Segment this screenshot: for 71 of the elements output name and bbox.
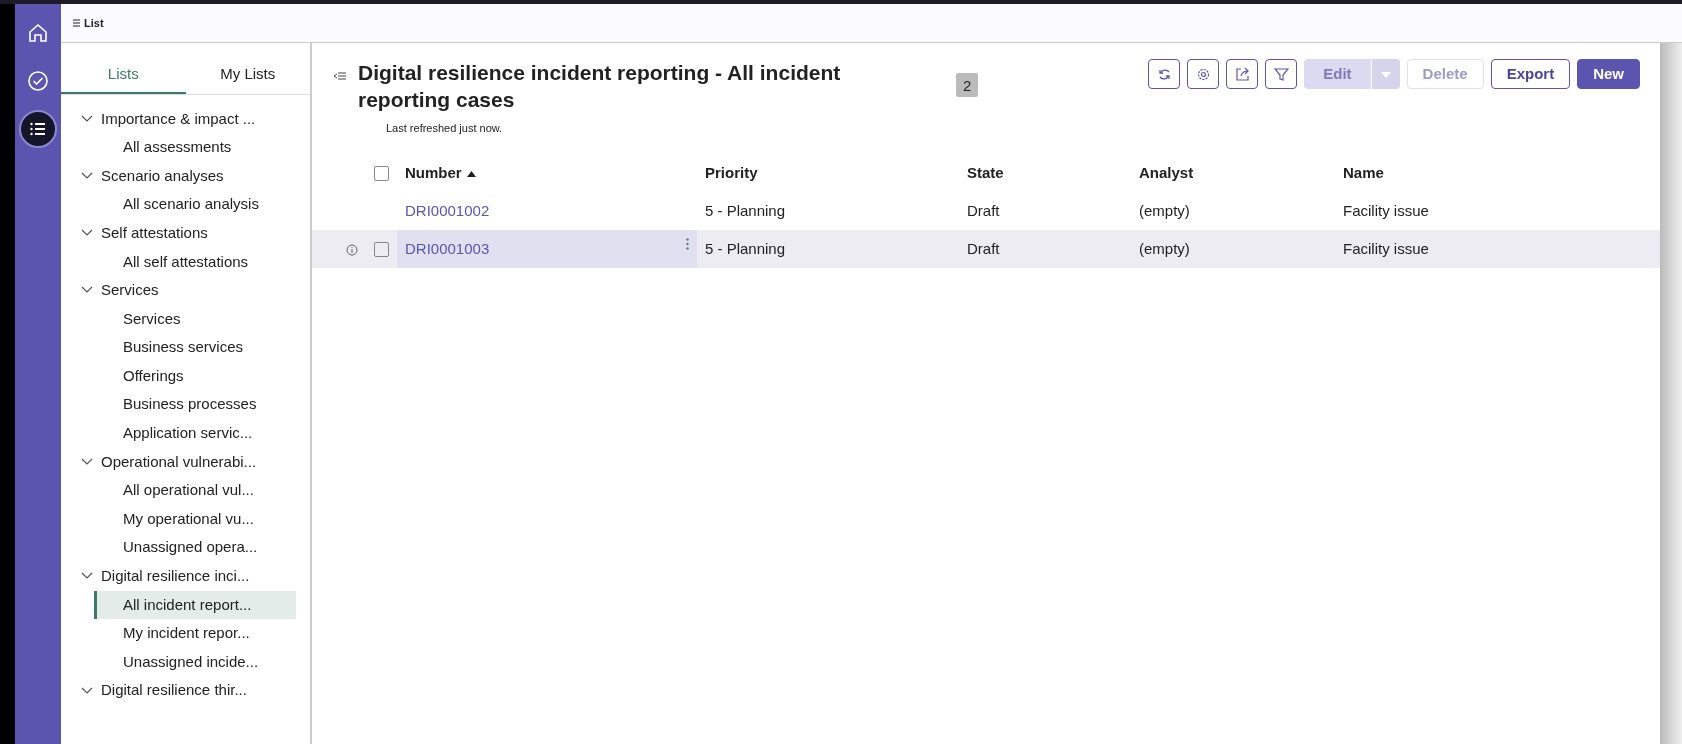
action-button[interactable]: Export (1490, 59, 1571, 89)
record-count: 2 (956, 73, 979, 97)
chevron-icon[interactable] (81, 286, 93, 295)
tree-item[interactable]: Application servic... (94, 419, 296, 448)
chevron-icon[interactable] (81, 229, 93, 238)
tree-group[interactable]: Self attestations (101, 221, 208, 245)
tree-group[interactable]: Importance & impact ... (101, 107, 256, 131)
row-checkbox[interactable] (374, 242, 389, 258)
share-icon (1234, 66, 1250, 82)
column-header[interactable]: State (967, 163, 1004, 181)
home-icon (27, 22, 49, 44)
table-row[interactable]: DRI0001003 5 - Planning Draft (empty) Facility issue (312, 230, 1660, 269)
list-icon (73, 19, 80, 27)
column-header[interactable]: Number (405, 163, 462, 181)
tree-item[interactable]: All operational vul... (94, 476, 296, 505)
record-link[interactable]: DRI0001003 (405, 239, 490, 257)
check-circle-icon (27, 70, 49, 92)
table-cell: Draft (967, 201, 1000, 219)
info-icon[interactable] (346, 243, 358, 256)
list-title: Digital resilience incident reporting - All incident reporting cases (358, 60, 842, 114)
tree-group[interactable]: Scenario analyses (101, 164, 224, 188)
tree-item[interactable]: All incident report... (94, 590, 296, 620)
chevron-icon[interactable] (81, 114, 93, 123)
filter-icon (1273, 66, 1289, 82)
tree-item[interactable]: Services (94, 304, 296, 334)
filter-button[interactable] (1265, 59, 1298, 89)
tree-item[interactable]: My incident repor... (94, 619, 296, 648)
tree-group[interactable]: Digital resilience inci... (101, 565, 250, 588)
table-row[interactable]: DRI0001002 5 - Planning Draft (empty) Facility issue (312, 192, 1660, 231)
settings-icon (1195, 66, 1211, 82)
tree-item[interactable]: Business processes (94, 390, 296, 420)
tree-item[interactable]: Unassigned incide... (94, 647, 296, 677)
refresh-icon (1156, 66, 1172, 82)
caret-icon (1380, 71, 1391, 78)
tree-item[interactable]: My operational vu... (94, 504, 296, 534)
table-cell: 5 - Planning (705, 239, 786, 257)
column-header[interactable]: Analyst (1139, 163, 1194, 181)
tree-item[interactable]: Business services (94, 333, 296, 362)
chevron-icon[interactable] (81, 457, 93, 466)
tree-item[interactable]: All self attestations (94, 247, 296, 277)
refresh-button[interactable] (1148, 59, 1181, 89)
table-cell: (empty) (1139, 201, 1190, 219)
tree-group[interactable]: Digital resilience thir... (101, 679, 247, 702)
chevron-icon[interactable] (81, 686, 93, 695)
tree-item[interactable]: All assessments (94, 133, 296, 162)
column-header[interactable]: Priority (705, 163, 758, 181)
column-header[interactable]: Name (1343, 163, 1384, 181)
tree-item[interactable]: All scenario analysis (94, 190, 296, 219)
chevron-icon[interactable] (81, 572, 93, 581)
sidebar-tab[interactable]: Lists (61, 57, 186, 94)
settings-button[interactable] (1187, 59, 1220, 89)
table-cell: 5 - Planning (705, 201, 786, 219)
table-cell: Draft (967, 239, 1000, 257)
collapse-icon[interactable] (334, 72, 346, 80)
record-link[interactable]: DRI0001002 (405, 201, 490, 219)
sidebar-tab[interactable]: My Lists (185, 57, 310, 94)
table-cell: Facility issue (1343, 201, 1429, 219)
chevron-icon[interactable] (81, 172, 93, 180)
nav-button[interactable] (19, 110, 57, 148)
share-button[interactable] (1226, 59, 1259, 89)
table-cell: Facility issue (1343, 239, 1429, 257)
tree-item[interactable]: Offerings (94, 361, 296, 391)
more-icon[interactable] (686, 237, 689, 250)
table-cell: (empty) (1139, 239, 1190, 257)
action-button[interactable]: New (1577, 59, 1640, 89)
refresh-status: Last refreshed just now. (386, 120, 504, 136)
select-all-checkbox[interactable] (374, 166, 389, 182)
tree-item[interactable]: Unassigned opera... (94, 533, 296, 562)
tree-group[interactable]: Operational vulnerabi... (101, 450, 257, 474)
tree-group[interactable]: Services (101, 279, 159, 302)
page-title: List (84, 15, 104, 31)
